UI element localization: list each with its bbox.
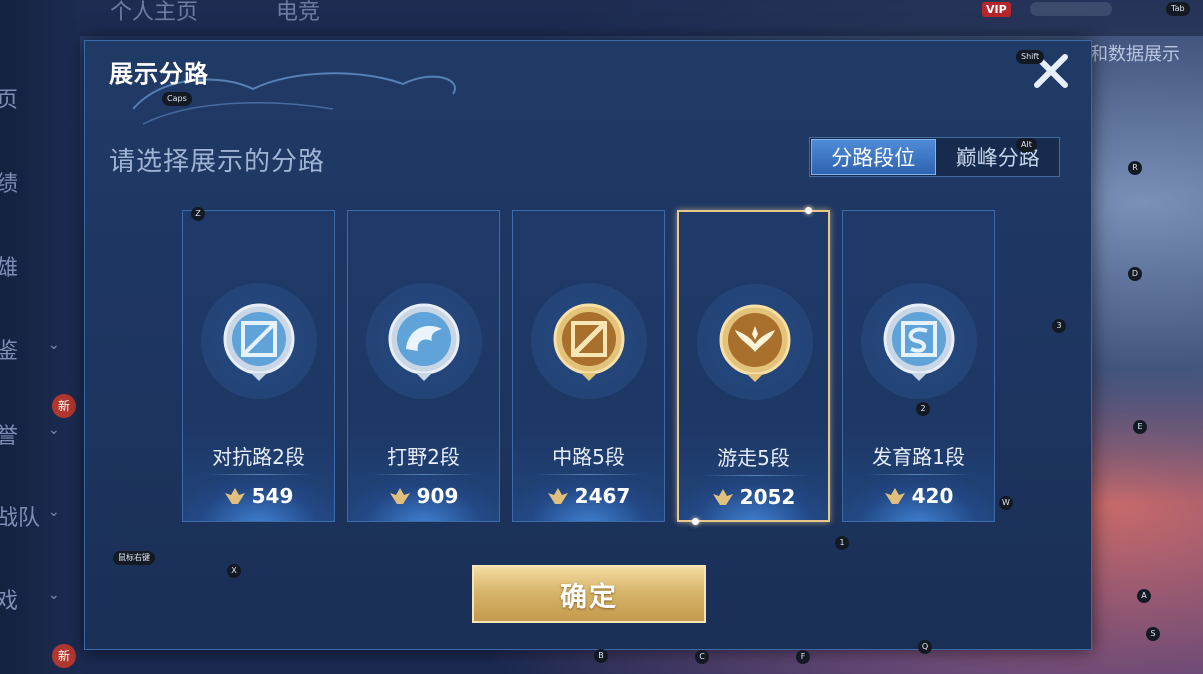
lane-points-icon xyxy=(224,488,245,504)
card-score: 2467 xyxy=(513,484,664,508)
confirm-button[interactable]: 确定 xyxy=(472,565,706,623)
key-hint-z: Z xyxy=(191,207,205,221)
key-hint-2: 2 xyxy=(916,402,930,416)
key-hint-f: F xyxy=(796,650,810,664)
score-value: 549 xyxy=(251,484,294,508)
key-hint-caps: Caps xyxy=(162,92,192,106)
show-lane-dialog: 展示分路 请选择展示的分路 分路段位 巅峰分路 对抗路2段 549 打野2段 9… xyxy=(84,40,1092,650)
lane-card-mid[interactable]: 中路5段 2467 xyxy=(512,210,665,522)
key-hint-tab: Tab xyxy=(1166,2,1190,16)
score-value: 909 xyxy=(416,484,459,508)
key-hint-q: Q xyxy=(918,640,932,654)
lane-card-farm[interactable]: 发育路1段 420 xyxy=(842,210,995,522)
lane-points-icon xyxy=(389,488,410,504)
bg-tab-esports: 电竞 xyxy=(276,0,321,25)
key-hint-3: 3 xyxy=(1052,319,1066,333)
key-hint-right-click: 鼠标右键 xyxy=(113,551,155,565)
score-value: 2052 xyxy=(739,485,796,509)
new-badge: 新 xyxy=(52,644,76,668)
bg-chip xyxy=(1030,2,1112,16)
score-value: 2467 xyxy=(574,484,631,508)
key-hint-alt: Alt xyxy=(1016,138,1037,152)
card-lane-label: 中路5段 xyxy=(552,445,625,469)
key-hint-c: C xyxy=(695,650,709,664)
key-hint-e: E xyxy=(1133,420,1147,434)
card-divider xyxy=(701,475,809,476)
jungle-badge-icon xyxy=(366,283,482,399)
card-lane-label: 打野2段 xyxy=(387,445,460,469)
card-score: 420 xyxy=(843,484,994,508)
score-value: 420 xyxy=(911,484,954,508)
bg-tab-profile: 个人主页 xyxy=(110,0,199,25)
lane-points-icon xyxy=(547,488,568,504)
selection-corner-dot xyxy=(805,207,812,214)
card-lane-label: 游走5段 xyxy=(717,446,790,470)
key-hint-w: W xyxy=(999,496,1013,510)
lane-points-icon xyxy=(712,489,733,505)
card-score: 909 xyxy=(348,484,499,508)
key-hint-r: R xyxy=(1128,161,1142,175)
card-divider xyxy=(205,474,313,475)
chevron-down-icon: ⌄ xyxy=(48,504,60,520)
key-hint-a: A xyxy=(1137,589,1151,603)
key-hint-b: B xyxy=(594,649,608,663)
chevron-down-icon: ⌄ xyxy=(48,422,60,438)
tab-lane-rank[interactable]: 分路段位 xyxy=(811,139,936,175)
farm-lane-badge-icon xyxy=(861,283,977,399)
key-hint-1: 1 xyxy=(835,536,849,550)
tab-peak-lane[interactable]: 巅峰分路 xyxy=(937,138,1060,176)
card-score: 549 xyxy=(183,484,334,508)
roam-badge-icon xyxy=(697,284,813,400)
chevron-down-icon: ⌄ xyxy=(48,337,60,353)
key-hint-s: S xyxy=(1146,627,1160,641)
card-score: 2052 xyxy=(679,485,828,509)
vip-badge: VIP xyxy=(982,2,1011,17)
lane-card-clash[interactable]: 对抗路2段 549 xyxy=(182,210,335,522)
card-divider xyxy=(535,474,643,475)
mid-lane-badge-icon xyxy=(531,283,647,399)
card-lane-label: 对抗路2段 xyxy=(212,445,305,469)
clash-lane-badge-icon xyxy=(201,283,317,399)
selection-corner-dot xyxy=(692,518,699,525)
lane-card-roam[interactable]: 游走5段 2052 xyxy=(677,207,830,525)
card-divider xyxy=(865,474,973,475)
card-lane-label: 发育路1段 xyxy=(872,445,965,469)
card-divider xyxy=(370,474,478,475)
background-sidebar: 页 绩 雄 鉴 ⌄ 誉 ⌄ 战队 ⌄ 戏 ⌄ 新 新 xyxy=(0,0,80,674)
dialog-title: 展示分路 xyxy=(109,60,209,88)
new-badge: 新 xyxy=(52,394,76,418)
lane-card-jungle[interactable]: 打野2段 909 xyxy=(347,210,500,522)
key-hint-x: X xyxy=(227,564,241,578)
bg-right-text: 和数据展示 xyxy=(1090,44,1180,65)
dialog-subtitle: 请选择展示的分路 xyxy=(109,147,326,177)
key-hint-d: D xyxy=(1128,267,1142,281)
chevron-down-icon: ⌄ xyxy=(48,587,60,603)
key-hint-shift: Shift xyxy=(1016,50,1045,64)
lane-points-icon xyxy=(884,488,905,504)
